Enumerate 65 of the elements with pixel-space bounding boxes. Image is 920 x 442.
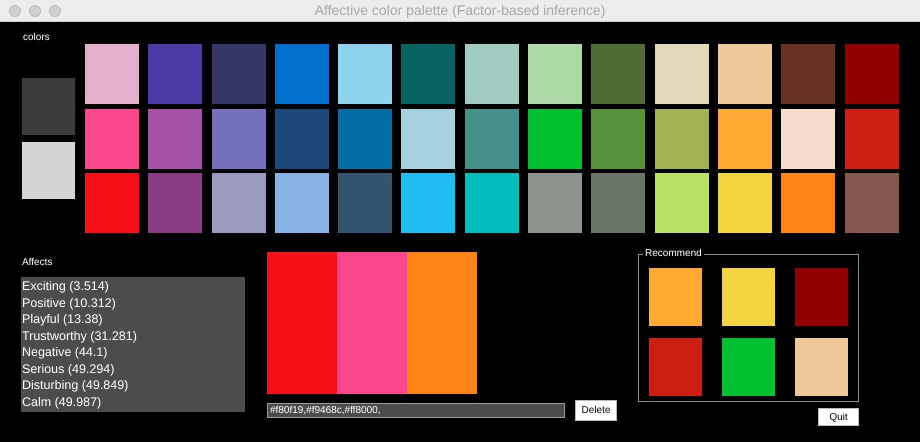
recommended-color-swatch[interactable] bbox=[722, 268, 775, 326]
color-swatch[interactable] bbox=[338, 108, 392, 168]
color-swatch[interactable] bbox=[781, 173, 836, 233]
color-swatch[interactable] bbox=[844, 108, 899, 168]
close-icon[interactable] bbox=[9, 4, 21, 16]
maximize-icon[interactable] bbox=[49, 4, 61, 16]
color-swatch[interactable] bbox=[528, 44, 582, 104]
color-swatch[interactable] bbox=[654, 44, 709, 104]
color-swatch[interactable] bbox=[338, 44, 392, 104]
section-label: Affects bbox=[22, 256, 54, 269]
delete-button[interactable]: Delete bbox=[575, 400, 617, 421]
color-swatch[interactable] bbox=[212, 108, 266, 168]
color-swatch[interactable] bbox=[148, 108, 202, 168]
color-swatch[interactable] bbox=[85, 108, 139, 168]
color-swatch[interactable] bbox=[654, 173, 709, 233]
affects-list[interactable]: Exciting (3.514) Positive (10.312) Playful (13.38) Trustworthy (31.281) Negative (44.1) Serious (49.294) Disturbing (49.849) Calm (49.987) bbox=[21, 277, 245, 412]
color-swatch[interactable] bbox=[591, 173, 646, 233]
color-swatch[interactable] bbox=[274, 44, 329, 104]
window-title: Affective color palette (Factor-based inference) bbox=[314, 2, 606, 18]
recommended-color-swatch[interactable] bbox=[795, 268, 848, 326]
color-swatch[interactable] bbox=[274, 108, 329, 168]
color-swatch[interactable] bbox=[85, 44, 139, 104]
color-swatch[interactable] bbox=[464, 108, 519, 168]
color-swatch[interactable] bbox=[718, 44, 772, 104]
background-color-swatch[interactable] bbox=[22, 78, 75, 135]
color-swatch[interactable] bbox=[338, 173, 392, 233]
affect-item[interactable]: Exciting (3.514) bbox=[22, 278, 245, 294]
color-swatch[interactable] bbox=[274, 173, 329, 233]
color-swatch[interactable] bbox=[591, 44, 646, 104]
color-swatch[interactable] bbox=[718, 108, 772, 168]
affect-item[interactable]: Playful (13.38) bbox=[22, 311, 245, 328]
color-swatch[interactable] bbox=[844, 44, 899, 104]
color-swatch[interactable] bbox=[781, 44, 836, 104]
color-swatch[interactable] bbox=[401, 44, 456, 104]
section-label: colors bbox=[23, 31, 51, 44]
color-swatch[interactable] bbox=[464, 44, 519, 104]
color-swatch[interactable] bbox=[591, 108, 646, 168]
color-swatch[interactable] bbox=[401, 108, 456, 168]
affect-item[interactable]: Disturbing (49.849) bbox=[22, 377, 245, 394]
color-swatch[interactable] bbox=[844, 173, 899, 233]
affect-item[interactable]: Negative (44.1) bbox=[22, 344, 245, 360]
quit-button[interactable]: Quit bbox=[818, 408, 859, 426]
color-swatch[interactable] bbox=[212, 44, 266, 104]
recommended-color-swatch[interactable] bbox=[722, 338, 775, 396]
color-swatch[interactable] bbox=[781, 108, 836, 168]
color-swatch[interactable] bbox=[464, 173, 519, 233]
recommended-color-swatch[interactable] bbox=[649, 338, 702, 396]
affect-item[interactable]: Trustworthy (31.281) bbox=[22, 328, 245, 344]
color-swatch[interactable] bbox=[401, 173, 456, 233]
recommended-color-swatch[interactable] bbox=[795, 338, 848, 396]
minimize-icon[interactable] bbox=[29, 4, 41, 16]
affect-item[interactable]: Serious (49.294) bbox=[22, 360, 245, 377]
affect-item[interactable]: Calm (49.987) bbox=[22, 394, 245, 410]
color-swatch[interactable] bbox=[148, 173, 202, 233]
color-swatch[interactable] bbox=[654, 108, 709, 168]
affect-item[interactable]: Positive (10.312) bbox=[22, 294, 245, 311]
color-swatch[interactable] bbox=[528, 108, 582, 168]
foreground-color-swatch[interactable] bbox=[22, 142, 75, 199]
color-swatch[interactable] bbox=[85, 173, 139, 233]
color-swatch[interactable] bbox=[212, 173, 266, 233]
color-swatch[interactable] bbox=[718, 173, 772, 233]
color-swatch[interactable] bbox=[528, 173, 582, 233]
palette-input-field[interactable]: #f80f19,#f9468c,#ff8000, bbox=[267, 403, 565, 418]
recommended-color-swatch[interactable] bbox=[649, 268, 702, 326]
color-swatch[interactable] bbox=[148, 44, 202, 104]
